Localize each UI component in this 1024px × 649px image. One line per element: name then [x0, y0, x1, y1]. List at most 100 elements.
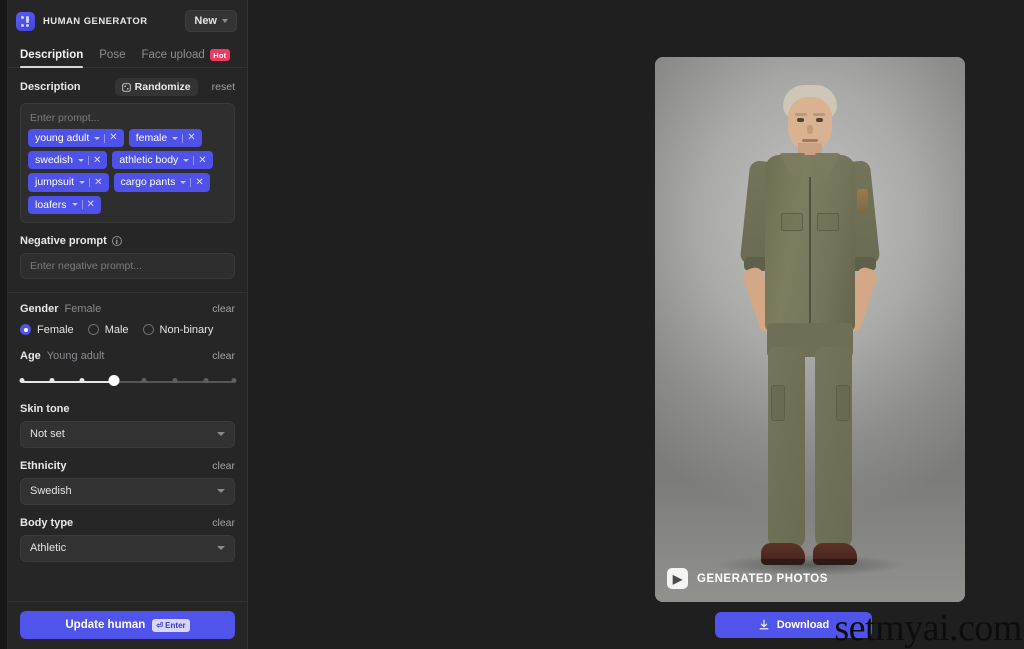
randomize-label: Randomize [134, 81, 191, 93]
chevron-down-icon[interactable] [94, 136, 101, 140]
hot-badge: Hot [209, 49, 230, 61]
download-label: Download [776, 619, 830, 631]
prompt-chip[interactable]: jumpsuit ✕ [28, 173, 109, 192]
tab-face-upload[interactable]: Face upload Hot [141, 49, 230, 67]
mouth [802, 139, 818, 142]
slider-tick[interactable] [231, 378, 237, 384]
gender-label: Gender [20, 302, 59, 315]
prompt-chip-label: athletic body [119, 154, 179, 167]
gender-clear-button[interactable]: clear [212, 303, 235, 315]
negative-prompt-input[interactable]: Enter negative prompt... [20, 252, 235, 279]
body-type-section: Body type clear [8, 505, 247, 529]
new-button[interactable]: New [185, 10, 237, 32]
nose [807, 125, 813, 134]
chevron-down-icon[interactable] [172, 136, 179, 140]
tab-pose[interactable]: Pose [99, 49, 125, 67]
chest-pocket-left [781, 213, 803, 231]
prompt-chip[interactable]: female ✕ [128, 129, 202, 148]
main-area: ▶ GENERATED PHOTOS Download setmyai.com [249, 0, 1024, 649]
leg-right [815, 347, 852, 549]
panel-body: Description Randomize reset Enter prompt… [8, 68, 247, 601]
tab-pose-label: Pose [99, 49, 126, 61]
age-slider[interactable] [19, 373, 237, 391]
zipper [809, 177, 811, 327]
generated-photo[interactable]: ▶ GENERATED PHOTOS [655, 57, 965, 602]
close-icon[interactable]: ✕ [195, 176, 203, 190]
chip-divider [87, 155, 89, 165]
prompt-chip[interactable]: young adult ✕ [28, 129, 124, 148]
chip-divider [182, 133, 184, 143]
radio-female[interactable]: Female [20, 324, 74, 336]
dice-icon [121, 82, 131, 92]
reset-button[interactable]: reset [212, 81, 235, 93]
skin-tone-select[interactable]: Not set [20, 420, 235, 448]
chevron-down-icon[interactable] [180, 180, 187, 184]
negative-prompt-section: Negative prompt i Enter negative prompt.… [8, 223, 247, 279]
info-icon[interactable]: i [111, 235, 122, 246]
tab-description[interactable]: Description [20, 49, 84, 68]
chevron-down-icon[interactable] [79, 180, 86, 184]
generated-photos-label: GENERATED PHOTOS [697, 572, 828, 585]
tab-bar: Description Pose Face upload Hot [8, 42, 247, 68]
slider-thumb[interactable] [108, 375, 120, 387]
ethnicity-label: Ethnicity [20, 459, 67, 472]
chevron-down-icon[interactable] [71, 203, 78, 207]
close-icon[interactable]: ✕ [187, 131, 195, 145]
gender-radio-group: Female Male Non-binary [8, 324, 247, 336]
close-icon[interactable]: ✕ [109, 131, 117, 145]
body-type-select[interactable]: Athletic [20, 534, 235, 562]
close-icon[interactable]: ✕ [87, 198, 95, 212]
radio-indicator [20, 324, 31, 336]
age-label: Age [20, 349, 41, 362]
update-human-label: Update human [65, 619, 146, 631]
left-rail [0, 0, 8, 649]
eye-left [797, 118, 804, 122]
ethnicity-section: Ethnicity clear [8, 448, 247, 472]
randomize-button[interactable]: Randomize [114, 78, 198, 96]
prompt-chip[interactable]: athletic body ✕ [112, 151, 213, 170]
slider-tick[interactable] [172, 378, 178, 384]
chevron-down-icon[interactable] [77, 158, 84, 162]
negative-prompt-label: Negative prompt [20, 234, 107, 247]
prompt-chip[interactable]: swedish ✕ [28, 151, 108, 170]
shoe-right [813, 543, 857, 565]
chevron-down-icon[interactable] [183, 158, 190, 162]
download-button[interactable]: Download [715, 612, 872, 638]
slider-tick[interactable] [49, 378, 55, 384]
photo-watermark: ▶ GENERATED PHOTOS [667, 568, 828, 589]
prompt-input-box[interactable]: Enter prompt... young adult ✕ female ✕ s… [20, 103, 235, 223]
cargo-pocket-left [771, 385, 785, 421]
chevron-down-icon [217, 489, 225, 494]
grid-dots-icon [16, 11, 35, 31]
age-clear-button[interactable]: clear [212, 350, 235, 362]
slider-tick[interactable] [203, 378, 209, 384]
radio-indicator [142, 324, 154, 336]
close-icon[interactable]: ✕ [94, 176, 102, 190]
radio-female-label: Female [37, 323, 74, 336]
enter-key-badge: ⏎ Enter [152, 618, 190, 632]
ethnicity-select[interactable]: Swedish [20, 477, 235, 505]
body-type-clear-button[interactable]: clear [212, 517, 235, 529]
left-panel: HUMAN GENERATOR New Description Pose Fac… [8, 0, 248, 649]
prompt-chip[interactable]: cargo pants ✕ [113, 173, 210, 192]
slider-tick[interactable] [141, 378, 147, 384]
update-human-button[interactable]: Update human ⏎ Enter [20, 611, 235, 639]
new-button-label: New [194, 15, 217, 27]
close-icon[interactable]: ✕ [198, 154, 206, 168]
slider-tick[interactable] [19, 378, 25, 384]
close-icon[interactable]: ✕ [93, 154, 101, 168]
radio-non-binary[interactable]: Non-binary [142, 324, 213, 336]
chevron-down-icon [217, 432, 225, 437]
panel-footer: Update human ⏎ Enter [8, 601, 247, 649]
prompt-chip[interactable]: loafers ✕ [28, 195, 101, 214]
prompt-chip-list: young adult ✕ female ✕ swedish ✕ athleti… [28, 129, 227, 214]
download-icon [759, 619, 769, 630]
chip-divider [89, 177, 91, 187]
slider-tick[interactable] [79, 378, 85, 384]
ethnicity-clear-button[interactable]: clear [212, 460, 235, 472]
generated-photos-logo-icon: ▶ [667, 568, 688, 589]
chip-divider [193, 155, 195, 165]
panel-header: HUMAN GENERATOR New [8, 0, 247, 42]
skin-tone-label: Skin tone [20, 402, 70, 415]
radio-male[interactable]: Male [87, 324, 129, 336]
